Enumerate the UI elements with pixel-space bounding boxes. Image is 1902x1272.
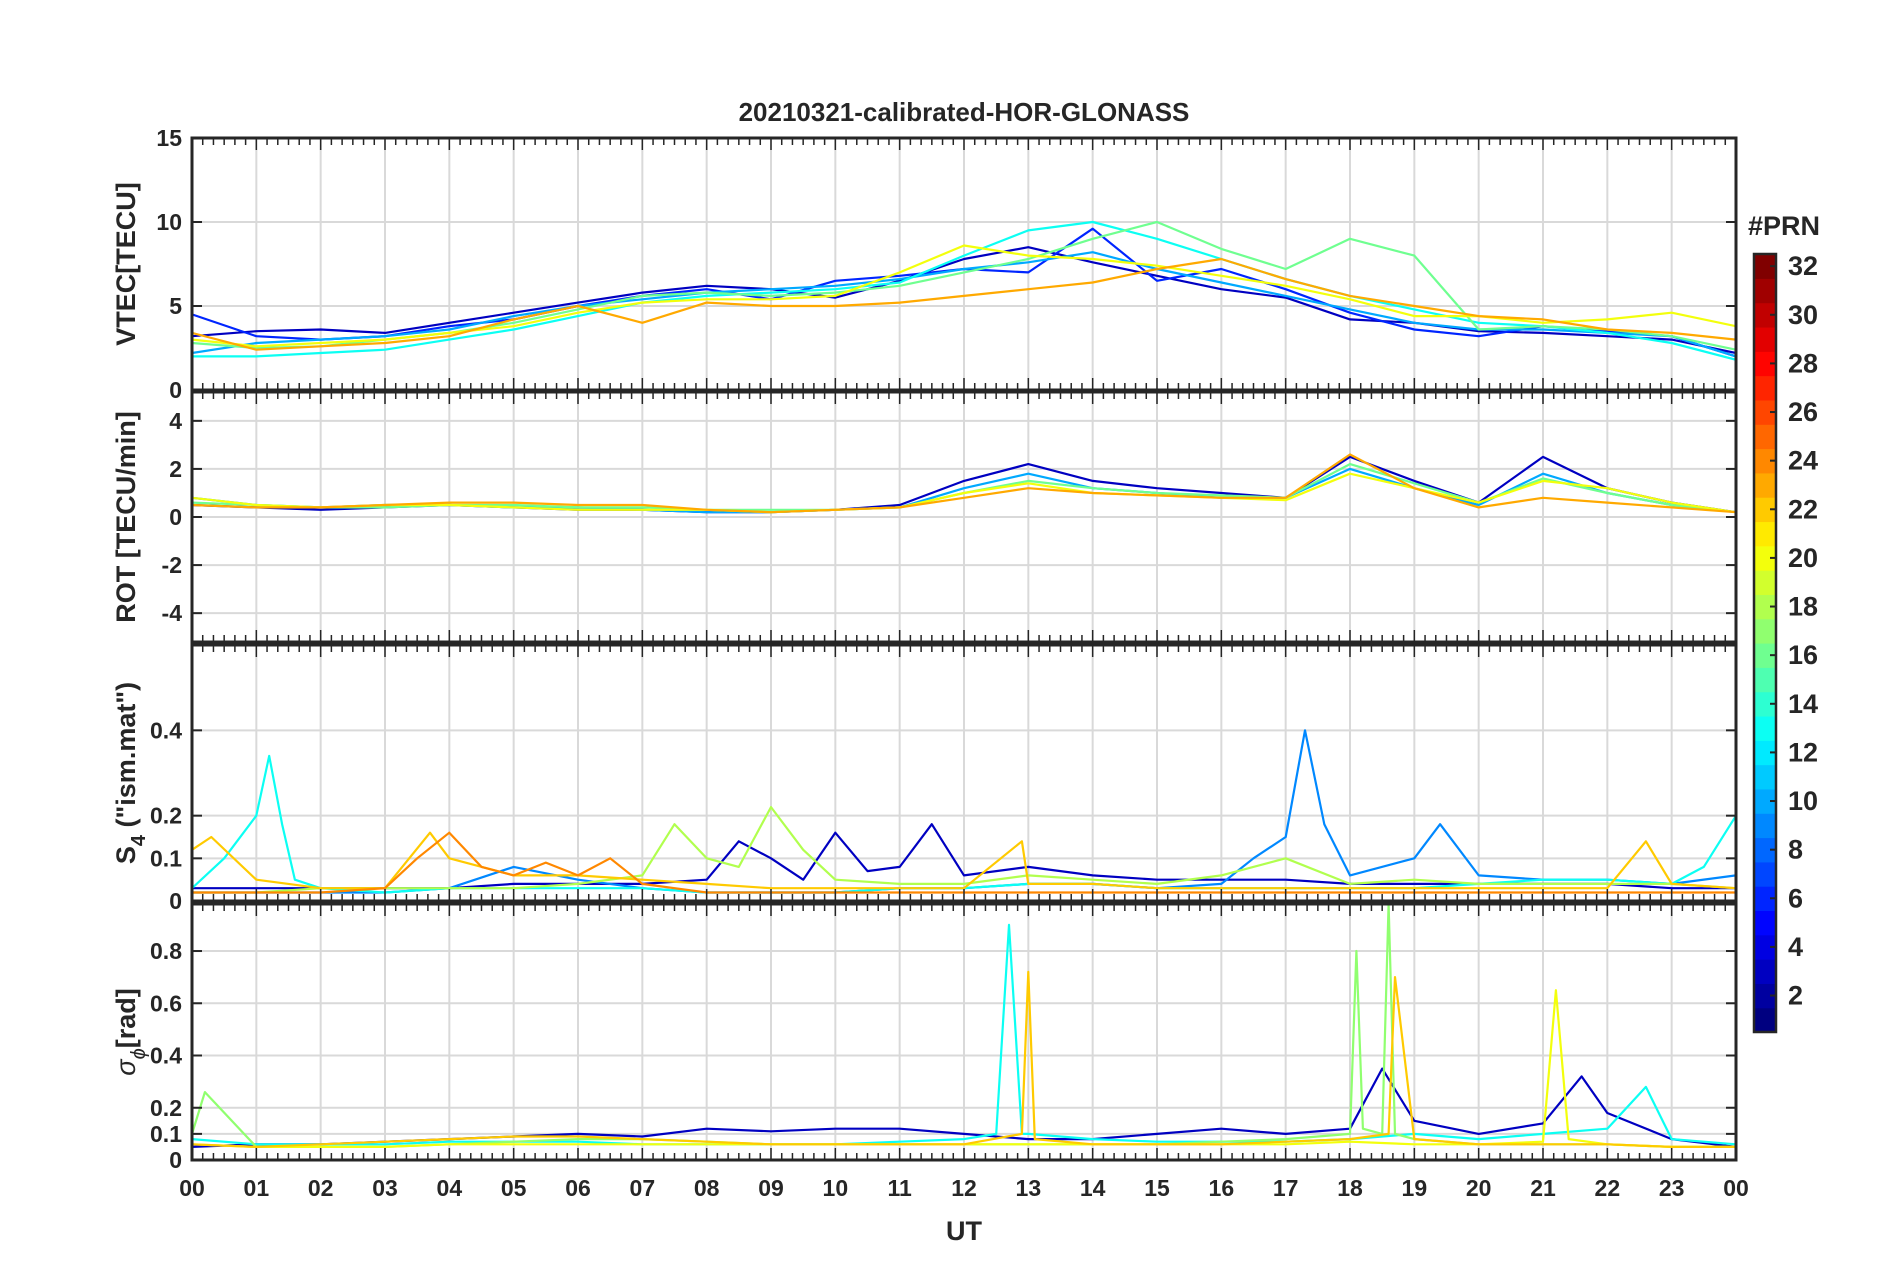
- colorbar-tick-label: 18: [1788, 592, 1818, 622]
- colorbar-tick-label: 28: [1788, 348, 1818, 378]
- y-tick-label: 0.2: [150, 1095, 182, 1121]
- colorbar-tick-label: 6: [1788, 883, 1803, 913]
- y-axis-label-rest: [rad]: [111, 988, 141, 1048]
- x-tick-label: 16: [1209, 1175, 1235, 1201]
- x-tick-label: 10: [823, 1175, 849, 1201]
- y-tick-label: 0.1: [150, 845, 182, 871]
- colorbar-tick-label: 10: [1788, 786, 1818, 816]
- y-axis-label-main: S: [111, 846, 141, 864]
- x-tick-label: 21: [1530, 1175, 1556, 1201]
- x-tick-label: 20: [1466, 1175, 1492, 1201]
- y-tick-label: 0.2: [150, 803, 182, 829]
- y-tick-label: 5: [169, 293, 182, 319]
- colorbar-swatch: [1754, 424, 1776, 450]
- colorbar-tick-label: 22: [1788, 494, 1818, 524]
- colorbar-tick-label: 8: [1788, 835, 1803, 865]
- x-tick-label: 00: [179, 1175, 205, 1201]
- x-tick-label: 14: [1080, 1175, 1106, 1201]
- colorbar-title: #PRN: [1748, 211, 1820, 241]
- y-tick-label: 0.6: [150, 990, 182, 1016]
- x-tick-label: 00: [1723, 1175, 1749, 1201]
- y-axis-label-sub: ϕ: [128, 1048, 150, 1059]
- x-tick-label: 22: [1595, 1175, 1621, 1201]
- y-tick-label: 0.4: [150, 1043, 182, 1069]
- x-tick-label: 03: [372, 1175, 398, 1201]
- colorbar-swatch: [1754, 278, 1776, 304]
- x-tick-label: 23: [1659, 1175, 1685, 1201]
- y-tick-label: 0.8: [150, 938, 182, 964]
- x-axis-title: UT: [946, 1216, 982, 1246]
- x-tick-label: 12: [951, 1175, 977, 1201]
- colorbar-swatch: [1754, 910, 1776, 936]
- colorbar-swatch: [1754, 861, 1776, 887]
- y-tick-label: 0: [169, 888, 182, 914]
- colorbar-swatch: [1754, 764, 1776, 790]
- x-tick-label: 05: [501, 1175, 527, 1201]
- colorbar-tick-label: 12: [1788, 737, 1818, 767]
- colorbar-tick-label: 26: [1788, 397, 1818, 427]
- x-tick-label: 08: [694, 1175, 720, 1201]
- x-tick-label: 02: [308, 1175, 334, 1201]
- x-tick-label: 04: [437, 1175, 463, 1201]
- x-tick-label: 07: [630, 1175, 656, 1201]
- colorbar-swatch: [1754, 618, 1776, 644]
- colorbar-tick-label: 30: [1788, 300, 1818, 330]
- colorbar-swatch: [1754, 472, 1776, 498]
- x-tick-label: 18: [1337, 1175, 1363, 1201]
- x-tick-label: 13: [1016, 1175, 1042, 1201]
- colorbar-swatch: [1754, 375, 1776, 401]
- colorbar-swatch: [1754, 1007, 1776, 1033]
- colorbar-swatch: [1754, 570, 1776, 595]
- colorbar-swatch: [1754, 959, 1776, 984]
- y-tick-label: 0: [169, 504, 182, 530]
- chart-title: 20210321-calibrated-HOR-GLONASS: [739, 97, 1190, 127]
- colorbar-tick-label: 32: [1788, 251, 1818, 281]
- colorbar-swatch: [1754, 813, 1776, 839]
- y-tick-label: 2: [169, 456, 182, 482]
- x-tick-label: 15: [1144, 1175, 1170, 1201]
- x-tick-label: 01: [244, 1175, 270, 1201]
- colorbar-swatch: [1754, 521, 1776, 547]
- y-axis-label-main: σ: [111, 1058, 141, 1076]
- y-tick-label: -4: [162, 600, 183, 626]
- colorbar-tick-label: 20: [1788, 543, 1818, 573]
- colorbar-tick-label: 14: [1788, 689, 1818, 719]
- colorbar-tick-label: 24: [1788, 446, 1818, 476]
- y-axis-label: VTEC[TECU]: [111, 182, 141, 346]
- y-tick-label: 10: [156, 209, 182, 235]
- y-tick-label: 0.4: [150, 717, 182, 743]
- colorbar-swatch: [1754, 326, 1776, 352]
- y-tick-label: 4: [169, 408, 182, 434]
- x-tick-label: 11: [888, 1175, 913, 1201]
- x-tick-label: 19: [1402, 1175, 1428, 1201]
- y-tick-label: 15: [156, 125, 182, 151]
- colorbar-swatch: [1754, 667, 1776, 693]
- colorbar-tick-label: 2: [1788, 981, 1803, 1011]
- y-tick-label: -2: [162, 552, 182, 578]
- colorbar-swatch: [1754, 715, 1776, 741]
- x-tick-label: 09: [758, 1175, 784, 1201]
- x-tick-label: 17: [1273, 1175, 1299, 1201]
- colorbar-tick-label: 16: [1788, 640, 1818, 670]
- chart-figure: 20210321-calibrated-HOR-GLONASS 051015VT…: [0, 0, 1902, 1272]
- y-tick-label: 0: [169, 1147, 182, 1173]
- figure-background: [0, 0, 1902, 1272]
- y-axis-label: ROT [TECU/min]: [111, 411, 141, 622]
- y-axis-label-rest: ("ism.mat"): [111, 682, 141, 835]
- y-tick-label: 0: [169, 377, 182, 403]
- colorbar-tick-label: 4: [1788, 932, 1803, 962]
- y-tick-label: 0.1: [150, 1121, 182, 1147]
- x-tick-label: 06: [565, 1175, 591, 1201]
